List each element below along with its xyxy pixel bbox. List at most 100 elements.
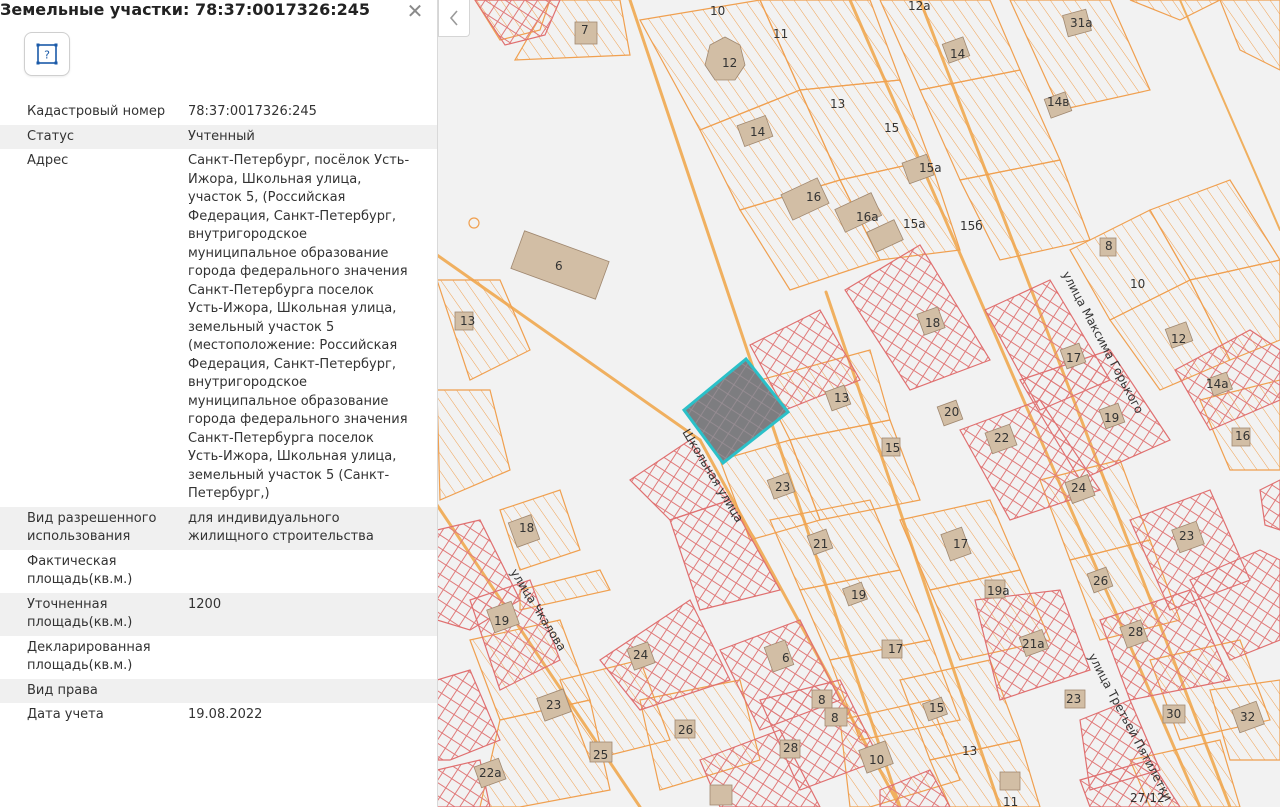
property-row-status: Статус Учтенный bbox=[0, 124, 437, 149]
parcel-number: 19 bbox=[494, 614, 509, 628]
parcel-number: 24 bbox=[633, 648, 648, 662]
parcel-number: 8 bbox=[818, 693, 826, 707]
parcel-number: 23 bbox=[1066, 692, 1081, 706]
property-row-declared-area: Декларированная площадь(кв.м.) bbox=[0, 636, 437, 679]
parcel-number: 25 bbox=[593, 748, 608, 762]
parcel bbox=[437, 389, 511, 501]
parcel-number: 15 bbox=[885, 441, 900, 455]
parcel-number: 8 bbox=[831, 711, 839, 725]
property-value: 78:37:0017326:245 bbox=[188, 104, 317, 119]
parcel-number: 15б bbox=[960, 219, 983, 233]
property-row-permitted-use: Вид разрешенного использования для индив… bbox=[0, 506, 437, 550]
parcel-number: 21 bbox=[813, 537, 828, 551]
parcel-number: 19 bbox=[1104, 411, 1119, 425]
property-row-cadastral-number: Кадастровый номер 78:37:0017326:245 bbox=[0, 100, 437, 125]
property-value: Учтенный bbox=[188, 128, 255, 144]
property-value: для индивидуального жилищного строительс… bbox=[188, 510, 374, 545]
chevron-left-icon bbox=[449, 10, 458, 26]
building bbox=[709, 784, 733, 806]
parcel-number: 26 bbox=[1093, 574, 1108, 588]
parcel-number: 17 bbox=[1066, 351, 1081, 365]
property-key: Декларированная площадь(кв.м.) bbox=[27, 639, 151, 674]
parcel bbox=[1219, 0, 1280, 71]
parcel-number: 16 bbox=[806, 190, 821, 204]
parcel-number: 22а bbox=[479, 766, 502, 780]
panel-title: Земельные участки: 78:37:0017326:245 bbox=[0, 0, 370, 19]
property-row-actual-area: Фактическая площадь(кв.м.) bbox=[0, 550, 437, 593]
parcel-number: 19 bbox=[851, 588, 866, 602]
property-row-registration-date: Дата учета 19.08.2022 bbox=[0, 703, 437, 728]
info-panel: Земельные участки: 78:37:0017326:245 ✕ ?… bbox=[0, 0, 438, 807]
parcel-number: 12а bbox=[908, 0, 931, 13]
parcel-number: 31а bbox=[1070, 16, 1093, 30]
parcel-number: 10 bbox=[869, 753, 884, 767]
help-icon: ? bbox=[36, 43, 58, 65]
parcel-number: 13 bbox=[834, 391, 849, 405]
property-row-address: Адрес Санкт-Петербург, посёлок Усть-Ижор… bbox=[0, 149, 437, 507]
parcel-number: 22 bbox=[994, 431, 1009, 445]
property-key: Адрес bbox=[27, 153, 69, 168]
property-value: 19.08.2022 bbox=[188, 707, 263, 722]
parcel-number: 11 bbox=[1003, 795, 1018, 807]
property-value bbox=[188, 639, 410, 676]
parcel-number: 28 bbox=[783, 741, 798, 755]
property-key: Фактическая площадь(кв.м.) bbox=[27, 553, 133, 588]
property-value: Санкт-Петербург, посёлок Усть-Ижора, Шко… bbox=[188, 153, 410, 501]
parcel bbox=[1259, 479, 1280, 531]
parcel-number: 18 bbox=[519, 521, 534, 535]
parcel-number: 17 bbox=[888, 642, 903, 656]
map-marker-circle bbox=[468, 217, 480, 229]
parcel-number: 11 bbox=[773, 27, 788, 41]
parcel-number: 19а bbox=[987, 584, 1010, 598]
cadastral-map[interactable]: Школьная улица улица Чкалова улица Макси… bbox=[437, 0, 1280, 807]
parcel-number: 21а bbox=[1022, 637, 1045, 651]
parcel-number: 20 bbox=[944, 405, 959, 419]
parcel-number: 13 bbox=[460, 314, 475, 328]
parcel-number: 12 bbox=[722, 56, 737, 70]
parcel-number: 10 bbox=[710, 4, 725, 18]
parcel bbox=[1129, 0, 1221, 21]
close-icon[interactable]: ✕ bbox=[404, 0, 426, 22]
parcel-number: 14а bbox=[1206, 377, 1229, 391]
help-button[interactable]: ? bbox=[24, 32, 70, 76]
parcel-number: 28 bbox=[1128, 625, 1143, 639]
property-key: Уточненная площадь(кв.м.) bbox=[27, 596, 133, 631]
parcel-number: 10 bbox=[1130, 277, 1145, 291]
property-row-right-type: Вид права bbox=[0, 678, 437, 703]
parcel-number: 16 bbox=[1235, 429, 1250, 443]
parcel-number: 14 bbox=[950, 47, 965, 61]
property-value bbox=[188, 553, 410, 590]
property-key: Кадастровый номер bbox=[27, 104, 166, 119]
parcel-number: 18 bbox=[925, 316, 940, 330]
property-value: 1200 bbox=[188, 596, 222, 612]
collapse-panel-button[interactable] bbox=[438, 0, 470, 37]
property-key: Статус bbox=[27, 128, 75, 144]
property-row-specified-area: Уточненная площадь(кв.м.) 1200 bbox=[0, 592, 437, 636]
property-key: Вид разрешенного использования bbox=[27, 510, 157, 545]
property-key: Дата учета bbox=[27, 707, 104, 722]
parcel-number: 8 bbox=[1105, 239, 1113, 253]
parcel-number: 14в bbox=[1047, 95, 1069, 109]
parcel-number: 13 bbox=[962, 744, 977, 758]
map-canvas[interactable]: Школьная улица улица Чкалова улица Макси… bbox=[437, 0, 1280, 807]
parcel-number: 23 bbox=[546, 698, 561, 712]
parcel-number: 15 bbox=[929, 701, 944, 715]
parcel-number: 26 bbox=[678, 723, 693, 737]
parcel-number: 27/12 bbox=[1130, 791, 1165, 805]
parcel-number: 15 bbox=[884, 121, 899, 135]
parcel-number: 13 bbox=[830, 97, 845, 111]
properties-table: Кадастровый номер 78:37:0017326:245 Стат… bbox=[0, 100, 437, 728]
svg-text:?: ? bbox=[44, 49, 50, 62]
parcel-number: 32 bbox=[1240, 710, 1255, 724]
parcel-number: 23 bbox=[775, 480, 790, 494]
parcel-number: 6 bbox=[555, 259, 563, 273]
parcel-number: 15а bbox=[903, 217, 926, 231]
parcel-number: 23 bbox=[1179, 529, 1194, 543]
parcel-number: 16а bbox=[856, 210, 879, 224]
parcel-number: 24 bbox=[1071, 481, 1086, 495]
parcel-number: 14 bbox=[750, 125, 765, 139]
property-value bbox=[188, 682, 410, 701]
property-key: Вид права bbox=[27, 682, 98, 698]
parcel-number: 6 bbox=[782, 651, 790, 665]
parcel-number: 12 bbox=[1171, 332, 1186, 346]
